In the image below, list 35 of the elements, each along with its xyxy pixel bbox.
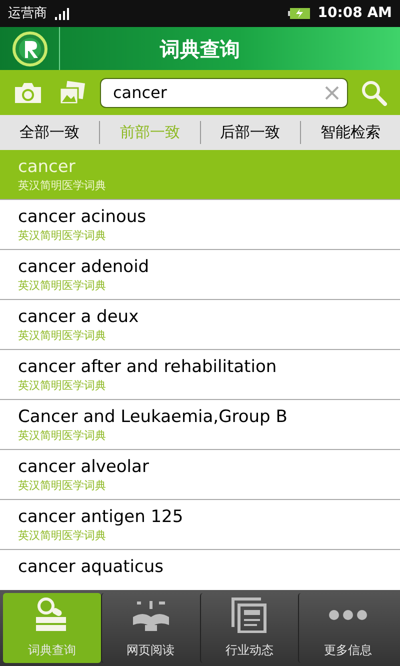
- result-source: 英汉简明医学词典: [18, 428, 107, 444]
- result-source: 英汉简明医学词典: [18, 328, 107, 344]
- more-dots-icon: [328, 609, 368, 621]
- header-title: 词典查询: [160, 36, 240, 62]
- result-term: cancer antigen 125: [18, 506, 184, 528]
- result-term: cancer a deux: [18, 306, 140, 328]
- clock-time: 10:08 AM: [318, 4, 392, 23]
- result-term: Cancer and Leukaemia,Group B: [18, 406, 288, 428]
- result-term: cancer after and rehabilitation: [18, 356, 278, 378]
- result-source: 英汉简明医学词典: [18, 278, 107, 294]
- search-field[interactable]: cancer: [100, 78, 348, 108]
- carrier-label: 运营商: [8, 4, 47, 23]
- result-term: cancer adenoid: [18, 256, 150, 278]
- match-mode-tab[interactable]: 后部一致: [216, 121, 284, 144]
- bottom-nav-tab[interactable]: 行业动态: [200, 593, 298, 663]
- result-source: 英汉简明医学词典: [18, 478, 107, 494]
- bottom-nav-tab[interactable]: 网页阅读: [100, 593, 200, 663]
- camera-icon: [13, 80, 43, 104]
- result-term: cancer acinous: [18, 206, 148, 228]
- bottom-nav-tab[interactable]: 更多信息: [298, 593, 397, 663]
- search-icon: [361, 80, 387, 106]
- match-mode-tab[interactable]: 全部一致: [16, 121, 84, 144]
- result-source: 英汉简明医学词典: [18, 528, 107, 544]
- result-source: 英汉简明医学词典: [18, 378, 107, 394]
- signal-icon: [55, 8, 69, 20]
- result-source: 英汉简明医学词典: [18, 228, 107, 244]
- match-mode-tab[interactable]: 智能检索: [316, 121, 384, 144]
- clear-icon[interactable]: [324, 84, 340, 100]
- battery-charging-icon: [288, 8, 310, 19]
- result-term: cancer aquaticus: [18, 556, 165, 578]
- result-term: cancer: [18, 156, 76, 178]
- photos-icon: [58, 80, 86, 106]
- result-term: cancer alveolar: [18, 456, 150, 478]
- app-logo-icon: [12, 30, 48, 66]
- result-source: 英汉简明医学词典: [18, 178, 107, 194]
